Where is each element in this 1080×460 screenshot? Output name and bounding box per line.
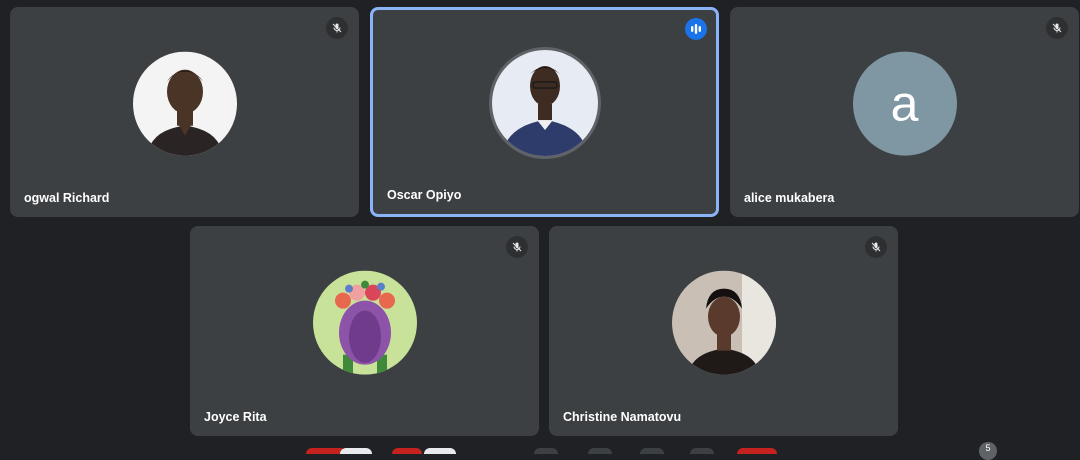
avatar <box>132 51 237 156</box>
participant-name: Christine Namatovu <box>563 410 682 424</box>
present-button[interactable] <box>640 448 664 454</box>
avatar <box>312 270 417 375</box>
mic-off-icon <box>865 236 887 258</box>
participant-name: Joyce Rita <box>204 410 267 424</box>
participant-name: alice mukabera <box>744 191 835 205</box>
participant-name: ogwal Richard <box>24 191 110 205</box>
camera-off-button[interactable] <box>392 448 422 454</box>
participant-tile-alice-mukabera[interactable]: a alice mukabera <box>730 7 1079 217</box>
mic-off-icon <box>506 236 528 258</box>
audio-level-icon <box>685 18 707 40</box>
control-bar <box>0 442 1080 454</box>
avatar-letter: a <box>852 51 957 156</box>
camera-toggle-button[interactable] <box>340 448 372 454</box>
participant-tile-christine-namatovu[interactable]: Christine Namatovu <box>549 226 898 436</box>
more-options-button[interactable] <box>690 448 714 454</box>
participant-tile-ogwal-richard[interactable]: ogwal Richard <box>10 7 359 217</box>
mic-off-icon <box>326 17 348 39</box>
participant-count-badge[interactable]: 5 <box>979 442 997 460</box>
avatar <box>671 270 776 375</box>
avatar <box>488 47 601 160</box>
participant-tile-joyce-rita[interactable]: Joyce Rita <box>190 226 539 436</box>
participant-name: Oscar Opiyo <box>387 188 462 202</box>
emoji-button[interactable] <box>588 448 612 454</box>
captions-button[interactable] <box>534 448 558 454</box>
mic-off-icon <box>1046 17 1068 39</box>
leave-call-button[interactable] <box>737 448 777 454</box>
participant-tile-oscar-opiyo[interactable]: Oscar Opiyo <box>370 7 719 217</box>
options-button[interactable] <box>424 448 456 454</box>
